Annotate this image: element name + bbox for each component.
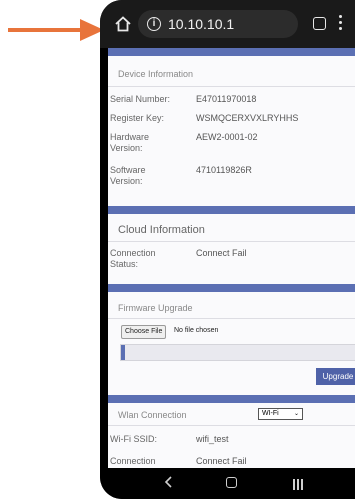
device-info-card: Device Information Serial Number: E47011… <box>108 56 355 206</box>
tabs-icon[interactable] <box>313 17 326 30</box>
wlan-connection-title: Wlan Connection <box>118 410 187 420</box>
progress-edge <box>121 345 125 360</box>
address-bar[interactable]: i 10.10.10.1 <box>138 10 298 38</box>
wlan-mode-select[interactable]: WI-Fi ⌄ <box>258 408 303 420</box>
upgrade-button[interactable]: Upgrade <box>316 368 355 385</box>
cloud-info-title: Cloud Information <box>118 224 205 236</box>
section-band <box>108 206 355 214</box>
register-key-value: WSMQCERXVXLRYHHS <box>196 113 299 123</box>
connection-status-value: Connect Fail <box>196 248 247 258</box>
divider <box>108 318 355 319</box>
wlan-mode-value: WI-Fi <box>262 410 279 417</box>
divider <box>108 241 355 242</box>
software-version-label: Software Version: <box>110 165 146 186</box>
back-icon[interactable] <box>162 475 176 489</box>
home-button-icon[interactable] <box>226 477 237 488</box>
section-band <box>108 284 355 292</box>
upgrade-progress-bar <box>120 344 355 361</box>
wlan-connection-card: Wlan Connection WI-Fi ⌄ Wi-Fi SSID: wifi… <box>108 403 355 468</box>
hardware-version-value: AEW2-0001-02 <box>196 132 258 142</box>
wifi-ssid-label: Wi-Fi SSID: <box>110 434 157 444</box>
connection-status-label: Connection Status: <box>110 248 156 269</box>
url-text: 10.10.10.1 <box>168 16 235 32</box>
divider <box>108 86 355 87</box>
file-status-text: No file chosen <box>174 327 219 334</box>
serial-number-value: E47011970018 <box>196 94 257 104</box>
wlan-connection-label: Connection <box>110 456 156 466</box>
divider <box>108 425 355 426</box>
firmware-upgrade-card: Firmware Upgrade Choose File No file cho… <box>108 292 355 395</box>
home-icon[interactable] <box>114 15 132 33</box>
phone-screen: i 10.10.10.1 Device Information Serial N… <box>100 0 355 499</box>
choose-file-button[interactable]: Choose File <box>121 325 167 339</box>
software-version-value: 4710119826R <box>196 165 252 175</box>
recent-apps-icon[interactable] <box>293 477 305 490</box>
pointer-arrow <box>8 19 104 41</box>
register-key-label: Register Key: <box>110 113 165 123</box>
hardware-version-label: Hardware Version: <box>110 132 150 153</box>
header-band <box>108 48 355 56</box>
web-content: Device Information Serial Number: E47011… <box>108 48 355 468</box>
browser-toolbar: i 10.10.10.1 <box>100 0 355 48</box>
serial-number-label: Serial Number: <box>110 94 171 104</box>
firmware-upgrade-title: Firmware Upgrade <box>118 303 193 313</box>
section-band <box>108 395 355 403</box>
wifi-ssid-value: wifi_test <box>196 434 229 444</box>
cloud-info-card: Cloud Information Connection Status: Con… <box>108 214 355 284</box>
wlan-connection-value: Connect Fail <box>196 456 247 466</box>
system-navbar <box>100 468 355 499</box>
chevron-down-icon: ⌄ <box>293 411 299 417</box>
device-info-title: Device Information <box>118 69 194 79</box>
more-options-icon[interactable] <box>339 15 343 33</box>
info-icon[interactable]: i <box>147 17 161 31</box>
